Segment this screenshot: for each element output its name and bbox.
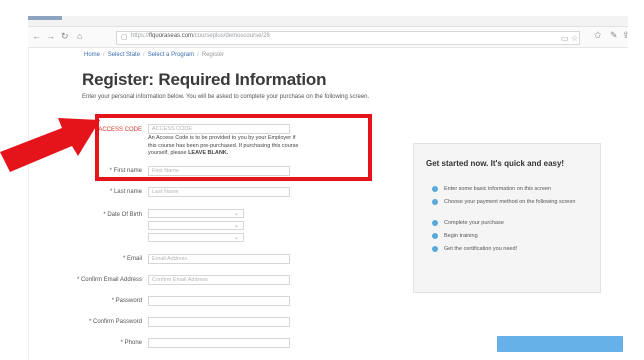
breadcrumb-separator: /: [197, 52, 199, 58]
home-icon[interactable]: ⌂: [77, 30, 82, 42]
page-content: Home / Select State / Select a Program / Regis…: [28, 48, 629, 360]
favorite-star-icon[interactable]: ☆: [571, 34, 578, 43]
chevron-down-icon: ⌄: [233, 211, 239, 217]
url-text: https://flquoraseas.com/courseplus/demos…: [131, 33, 270, 39]
step-bullet-icon: [432, 246, 438, 252]
page: ← → ↻ ⌂ ▢ https://flquoraseas.com/course…: [0, 0, 644, 360]
password-label: * Password: [111, 298, 142, 304]
confirm-password-label: * Confirm Password: [88, 319, 142, 325]
refresh-icon[interactable]: ↻: [61, 30, 69, 42]
step-bullet-icon: [432, 186, 438, 192]
forward-arrow-icon[interactable]: →: [46, 30, 55, 42]
breadcrumb-select-state[interactable]: Select State: [108, 52, 140, 58]
confirm-email-label: * Confirm Email Address: [76, 277, 142, 283]
page-intro: Enter your personal information below. Y…: [82, 94, 370, 100]
page-icon: ▢: [121, 34, 128, 41]
browser-toolbar: ← → ↻ ⌂ ▢ https://flquoraseas.com/course…: [28, 27, 630, 48]
favorites-icon[interactable]: ✩: [594, 30, 602, 41]
reading-view-icon[interactable]: ▭: [561, 34, 569, 43]
window-title-bar: [28, 16, 628, 27]
breadcrumb-separator: /: [143, 52, 145, 58]
confirm-password-input[interactable]: [148, 317, 290, 327]
breadcrumb-select-program[interactable]: Select a Program: [148, 52, 194, 58]
chevron-down-icon: ⌄: [233, 235, 239, 241]
password-input[interactable]: [148, 296, 290, 306]
phone-input[interactable]: [148, 338, 290, 348]
confirm-email-input[interactable]: [148, 275, 290, 285]
breadcrumb: Home / Select State / Select a Program / Regis…: [84, 52, 224, 58]
page-title: Register: Required Information: [82, 70, 327, 89]
email-input[interactable]: [148, 254, 290, 264]
annotation-arrow-icon: [0, 118, 100, 172]
chevron-down-icon: ⌄: [233, 223, 239, 229]
email-label: * Email: [122, 256, 142, 262]
share-icon[interactable]: ⇪: [622, 30, 630, 41]
last-name-input[interactable]: [148, 187, 290, 197]
step-bullet-icon: [432, 199, 438, 205]
step-bullet-icon: [432, 220, 438, 226]
dob-month-select[interactable]: ⌄: [148, 209, 244, 218]
dob-day-select[interactable]: ⌄: [148, 221, 244, 230]
get-started-panel: Get started now. It's quick and easy! En…: [413, 143, 601, 293]
breadcrumb-separator: /: [103, 52, 105, 58]
breadcrumb-current: Register: [201, 52, 225, 58]
dob-year-select[interactable]: ⌄: [148, 233, 244, 242]
breadcrumb-home[interactable]: Home: [84, 52, 100, 58]
panel-title: Get started now. It's quick and easy!: [426, 159, 565, 168]
address-bar[interactable]: ▢ https://flquoraseas.com/courseplus/dem…: [116, 31, 580, 45]
annotation-highlight-box: [95, 114, 372, 181]
back-arrow-icon[interactable]: ←: [32, 30, 41, 42]
continue-button[interactable]: [497, 336, 623, 352]
phone-label: * Phone: [120, 340, 142, 346]
pen-icon[interactable]: ✎: [610, 30, 618, 41]
dob-label: * Date Of Birth: [103, 212, 142, 218]
step-bullet-icon: [432, 233, 438, 239]
active-tab-accent[interactable]: [28, 16, 62, 20]
